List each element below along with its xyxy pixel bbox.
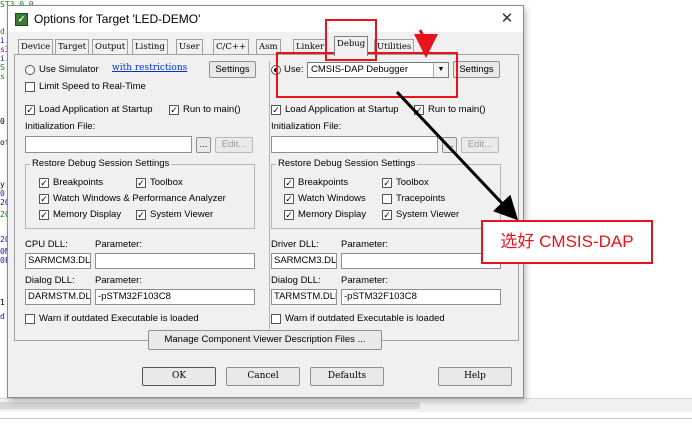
driver-param-label: Parameter: bbox=[341, 239, 388, 250]
horizontal-scrollbar[interactable] bbox=[0, 398, 692, 412]
warn-outdated-label-right: Warn if outdated Executable is loaded bbox=[285, 313, 445, 324]
dialog-param-label-right: Parameter: bbox=[341, 275, 388, 286]
limit-speed-checkbox[interactable] bbox=[25, 82, 35, 92]
run-to-main-checkbox[interactable]: ✓ bbox=[169, 105, 179, 115]
tab-debug[interactable]: Debug bbox=[334, 36, 369, 56]
tab-device[interactable]: Device bbox=[18, 39, 54, 55]
load-app-label: Load Application at Startup bbox=[39, 104, 153, 115]
restrictions-link[interactable]: with restrictions bbox=[112, 63, 187, 73]
breakpoints-checkbox-right[interactable]: ✓ bbox=[284, 178, 294, 188]
init-file-label: Initialization File: bbox=[25, 121, 96, 132]
driver-param-input[interactable] bbox=[341, 253, 501, 269]
editor-text: s bbox=[0, 72, 5, 81]
run-to-main-label-right: Run to main() bbox=[428, 104, 486, 115]
toolbox-checkbox[interactable]: ✓ bbox=[136, 178, 146, 188]
warn-outdated-checkbox[interactable] bbox=[25, 314, 35, 324]
driver-dll-label: Driver DLL: bbox=[271, 239, 320, 250]
cpu-dll-input[interactable]: SARMCM3.DLL bbox=[25, 253, 91, 269]
tab-listing[interactable]: Listing bbox=[132, 39, 168, 55]
run-to-main-checkbox-right[interactable]: ✓ bbox=[414, 105, 424, 115]
watch-windows-label-right: Watch Windows bbox=[298, 193, 366, 204]
memory-display-label-right: Memory Display bbox=[298, 209, 367, 220]
editor-text: 0 bbox=[0, 117, 5, 126]
dialog-titlebar[interactable]: ✓ Options for Target 'LED-DEMO' ✕ bbox=[8, 6, 523, 32]
tracepoints-label: Tracepoints bbox=[396, 193, 446, 204]
manage-component-viewer-button[interactable]: Manage Component Viewer Description File… bbox=[148, 330, 382, 350]
system-viewer-label-right: System Viewer bbox=[396, 209, 460, 220]
edit-button-right[interactable]: Edit... bbox=[461, 137, 499, 153]
use-simulator-radio[interactable] bbox=[25, 65, 35, 75]
breakpoints-label-right: Breakpoints bbox=[298, 177, 349, 188]
toolbox-label: Toolbox bbox=[150, 177, 183, 188]
system-viewer-label: System Viewer bbox=[150, 209, 214, 220]
tab-target[interactable]: Target bbox=[55, 39, 90, 55]
cpu-param-label: Parameter: bbox=[95, 239, 142, 250]
ok-button[interactable]: OK bbox=[142, 367, 216, 386]
edit-button[interactable]: Edit... bbox=[215, 137, 253, 153]
debugger-settings-button[interactable]: Settings bbox=[453, 61, 500, 78]
dialog-title: Options for Target 'LED-DEMO' bbox=[34, 12, 201, 26]
dialog-param-input-right[interactable]: -pSTM32F103C8 bbox=[341, 289, 501, 305]
dialog-param-label: Parameter: bbox=[95, 275, 142, 286]
tab-user[interactable]: User bbox=[176, 39, 203, 55]
system-viewer-checkbox[interactable]: ✓ bbox=[136, 210, 146, 220]
use-simulator-label: Use Simulator bbox=[39, 64, 99, 75]
cancel-button[interactable]: Cancel bbox=[226, 367, 300, 386]
tab-cc[interactable]: C/C++ bbox=[213, 39, 250, 55]
memory-display-label: Memory Display bbox=[53, 209, 122, 220]
dialog-dll-label: Dialog DLL: bbox=[25, 275, 75, 286]
defaults-button[interactable]: Defaults bbox=[310, 367, 384, 386]
toolbox-checkbox-right[interactable]: ✓ bbox=[382, 178, 392, 188]
help-button[interactable]: Help bbox=[438, 367, 512, 386]
watch-windows-checkbox[interactable]: ✓ bbox=[39, 194, 49, 204]
editor-text: 0 bbox=[0, 189, 5, 198]
cpu-dll-label: CPU DLL: bbox=[25, 239, 68, 250]
watch-windows-checkbox-right[interactable]: ✓ bbox=[284, 194, 294, 204]
tracepoints-checkbox[interactable] bbox=[382, 194, 392, 204]
dialog-dll-label-right: Dialog DLL: bbox=[271, 275, 321, 286]
dialog-param-input[interactable]: -pSTM32F103C8 bbox=[95, 289, 255, 305]
restore-settings-title-right: Restore Debug Session Settings bbox=[276, 158, 418, 169]
editor-text: S bbox=[0, 63, 5, 72]
init-file-input-right[interactable] bbox=[271, 136, 438, 153]
editor-text: d bbox=[0, 312, 5, 321]
init-file-input[interactable] bbox=[25, 136, 192, 153]
scrollbar-thumb[interactable] bbox=[0, 402, 420, 409]
limit-speed-label: Limit Speed to Real-Time bbox=[39, 81, 146, 92]
load-app-label-right: Load Application at Startup bbox=[285, 104, 399, 115]
editor-text: 1 bbox=[0, 298, 5, 307]
simulator-settings-button[interactable]: Settings bbox=[209, 61, 256, 78]
system-viewer-checkbox-right[interactable]: ✓ bbox=[382, 210, 392, 220]
uvision-icon: ✓ bbox=[15, 13, 28, 26]
browse-button-right[interactable]: ... bbox=[442, 137, 457, 153]
toolbox-label-right: Toolbox bbox=[396, 177, 429, 188]
warn-outdated-label: Warn if outdated Executable is loaded bbox=[39, 313, 199, 324]
tab-output[interactable]: Output bbox=[92, 39, 129, 55]
annotation-label: 选好 CMSIS-DAP bbox=[481, 220, 653, 264]
load-app-checkbox[interactable]: ✓ bbox=[25, 105, 35, 115]
browse-button[interactable]: ... bbox=[196, 137, 211, 153]
debugger-highlight bbox=[276, 52, 458, 98]
close-icon[interactable]: ✕ bbox=[496, 9, 518, 29]
breakpoints-label: Breakpoints bbox=[53, 177, 104, 188]
warn-outdated-checkbox-right[interactable] bbox=[271, 314, 281, 324]
memory-display-checkbox-right[interactable]: ✓ bbox=[284, 210, 294, 220]
status-bar bbox=[0, 418, 692, 442]
dialog-dll-input[interactable]: DARMSTM.DLL bbox=[25, 289, 91, 305]
restore-settings-title: Restore Debug Session Settings bbox=[30, 158, 172, 169]
run-to-main-label: Run to main() bbox=[183, 104, 241, 115]
dialog-dll-input-right[interactable]: TARMSTM.DLL bbox=[271, 289, 337, 305]
init-file-label-right: Initialization File: bbox=[271, 121, 342, 132]
cpu-param-input[interactable] bbox=[95, 253, 255, 269]
driver-dll-input[interactable]: SARMCM3.DLL bbox=[271, 253, 337, 269]
divider bbox=[269, 61, 270, 336]
watch-windows-label: Watch Windows & Performance Analyzer bbox=[53, 193, 226, 204]
load-app-checkbox-right[interactable]: ✓ bbox=[271, 105, 281, 115]
editor-text: y bbox=[0, 180, 5, 189]
memory-display-checkbox[interactable]: ✓ bbox=[39, 210, 49, 220]
breakpoints-checkbox[interactable]: ✓ bbox=[39, 178, 49, 188]
